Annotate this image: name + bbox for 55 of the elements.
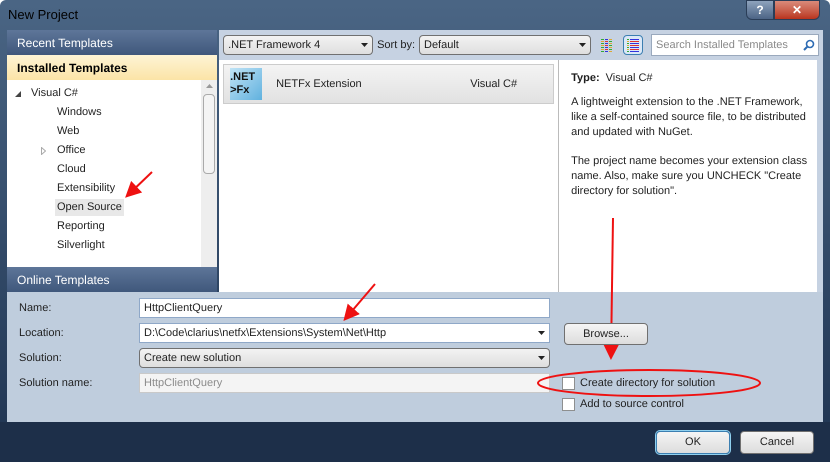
search-field[interactable]: Search Installed Templates	[651, 34, 819, 56]
browse-button[interactable]: Browse...	[564, 323, 648, 345]
field-label: Solution:	[19, 350, 62, 366]
search-icon[interactable]	[803, 39, 815, 51]
type-value: Visual C#	[606, 71, 653, 86]
checkbox-label: Add to source control	[580, 396, 684, 412]
annotation-arrow	[125, 171, 153, 198]
checkbox[interactable]	[562, 376, 575, 390]
caret-icon	[579, 43, 586, 47]
window-title: New Project	[8, 6, 78, 24]
type-label: Type:	[571, 71, 600, 86]
checkbox[interactable]	[562, 398, 575, 410]
sort-dropdown[interactable]: Default	[419, 35, 591, 55]
framework-dropdown[interactable]: .NET Framework 4	[223, 35, 374, 55]
description-text: The project name becomes your extension class name. Also, make sure you UNCHECK "Create directory for solution".	[571, 154, 808, 198]
tree-item[interactable]: Extensibility	[55, 180, 118, 197]
caret-icon	[538, 331, 545, 335]
section-tab[interactable]: Installed Templates	[7, 55, 218, 80]
field-label: Name:	[19, 300, 52, 316]
tree-item[interactable]: Cloud	[55, 161, 88, 178]
sort-label: Sort by:	[377, 38, 415, 53]
expanded-icon[interactable]	[15, 90, 21, 96]
cancel-button[interactable]: Cancel	[740, 430, 814, 454]
close-button[interactable]: ✕	[774, 0, 820, 20]
tree-item[interactable]: Open Source	[55, 199, 124, 216]
icon-text: >Fx	[230, 84, 250, 97]
tree-item[interactable]: Visual C#	[29, 85, 80, 102]
scrollbar[interactable]	[201, 80, 218, 267]
tree-item[interactable]: Web	[55, 123, 82, 140]
tree-item[interactable]: Windows	[55, 104, 104, 121]
caret-icon	[538, 356, 545, 360]
solution-dropdown[interactable]: Create new solution	[139, 348, 550, 368]
tree-item[interactable]: Silverlight	[55, 237, 107, 254]
tree-item[interactable]: Reporting	[55, 218, 107, 235]
scroll-thumb[interactable]	[203, 94, 216, 174]
caret-icon	[361, 43, 368, 47]
help-button[interactable]: ?	[746, 0, 774, 20]
field-label: Solution name:	[19, 376, 92, 391]
view-icon	[600, 38, 614, 52]
checkbox-label: Create directory for solution	[580, 376, 716, 391]
small-icons-button[interactable]	[623, 35, 643, 55]
description-text: A lightweight extension to the .NET Framework, like a self-contained source file, to be distributed and updated with NuGet.	[571, 94, 807, 140]
section-tab[interactable]: Recent Templates	[7, 30, 218, 55]
location-combo[interactable]: D:\Code\clarius\netfx\Extensions\System\Net\Http	[139, 323, 550, 343]
template-language: Visual C#	[470, 76, 518, 92]
field-label: Location:	[19, 326, 64, 341]
ok-button[interactable]: OK	[656, 430, 730, 454]
view-icon	[626, 38, 640, 52]
icon-text: .NET	[230, 71, 256, 84]
template-name: NETFx Extension	[276, 76, 363, 92]
text-field[interactable]: HttpClientQuery	[139, 298, 550, 318]
template-item[interactable]: .NET >Fx NETFx Extension Visual C#	[223, 64, 554, 104]
tree-item[interactable]: Office	[55, 142, 88, 159]
section-tab[interactable]: Online Templates	[7, 267, 218, 292]
annotation-arrow	[343, 283, 376, 322]
